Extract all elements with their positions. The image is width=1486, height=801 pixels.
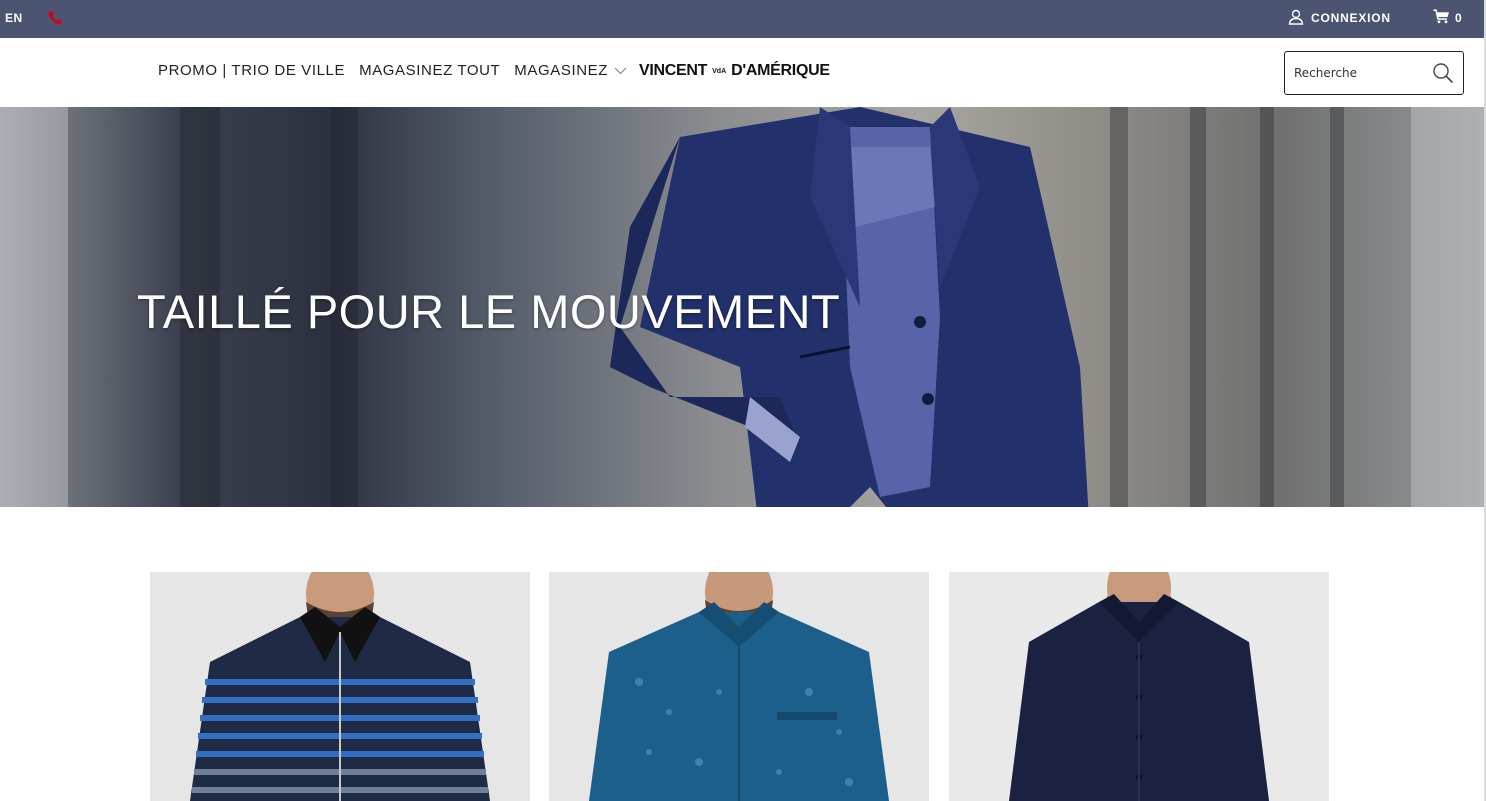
language-switch[interactable]: EN bbox=[5, 11, 23, 25]
cart-count: 0 bbox=[1455, 11, 1462, 25]
hero-title: TAILLÉ POUR LE MOUVEMENT bbox=[137, 285, 841, 338]
cart-icon bbox=[1433, 9, 1450, 27]
nav-item-shop-all[interactable]: MAGASINEZ TOUT bbox=[359, 62, 500, 79]
product-image bbox=[949, 572, 1329, 801]
product-card[interactable] bbox=[949, 572, 1329, 801]
hero-background-column bbox=[1110, 107, 1128, 507]
product-image bbox=[549, 572, 929, 801]
logo-text-right: D'AMÉRIQUE bbox=[731, 62, 830, 79]
site-header: PROMO | TRIO DE VILLE MAGASINEZ TOUT MAG… bbox=[0, 38, 1486, 107]
cart-link[interactable]: 0 bbox=[1433, 8, 1462, 28]
nav-item-label: MAGASINEZ TOUT bbox=[359, 62, 501, 79]
hero-banner[interactable]: TAILLÉ POUR LE MOUVEMENT bbox=[0, 107, 1486, 507]
logo-text-left: VINCENT bbox=[639, 62, 708, 79]
search-icon[interactable] bbox=[1431, 61, 1455, 85]
hero-background-column bbox=[1260, 107, 1274, 507]
nav-item-promo[interactable]: PROMO | TRIO DE VILLE bbox=[158, 62, 345, 79]
product-image bbox=[150, 572, 530, 801]
product-card[interactable] bbox=[150, 572, 530, 801]
product-card[interactable] bbox=[549, 572, 929, 801]
search-box bbox=[1284, 51, 1464, 95]
hero-background-column bbox=[1330, 107, 1344, 507]
logo-mark: VdA bbox=[712, 67, 727, 75]
nav-item-shop-dropdown[interactable]: MAGASINEZ bbox=[514, 62, 627, 79]
search-input[interactable] bbox=[1294, 62, 1426, 84]
hero-side-fade-left bbox=[0, 107, 68, 507]
brand-logo[interactable]: VINCENT VdA D'AMÉRIQUE bbox=[639, 62, 830, 80]
main-nav: PROMO | TRIO DE VILLE MAGASINEZ TOUT MAG… bbox=[158, 62, 641, 79]
login-label: CONNEXION bbox=[1311, 11, 1391, 25]
hero-background-column bbox=[1190, 107, 1206, 507]
hero-side-fade-right bbox=[1411, 107, 1486, 507]
nav-item-label: MAGASINEZ bbox=[514, 62, 609, 79]
top-utility-bar: EN CONNEXION 0 bbox=[0, 0, 1486, 38]
login-link[interactable]: CONNEXION bbox=[1288, 8, 1391, 28]
phone-icon[interactable] bbox=[47, 10, 63, 26]
user-icon bbox=[1288, 9, 1304, 28]
chevron-down-icon bbox=[614, 62, 627, 79]
nav-item-label: PROMO | TRIO DE VILLE bbox=[158, 62, 346, 79]
